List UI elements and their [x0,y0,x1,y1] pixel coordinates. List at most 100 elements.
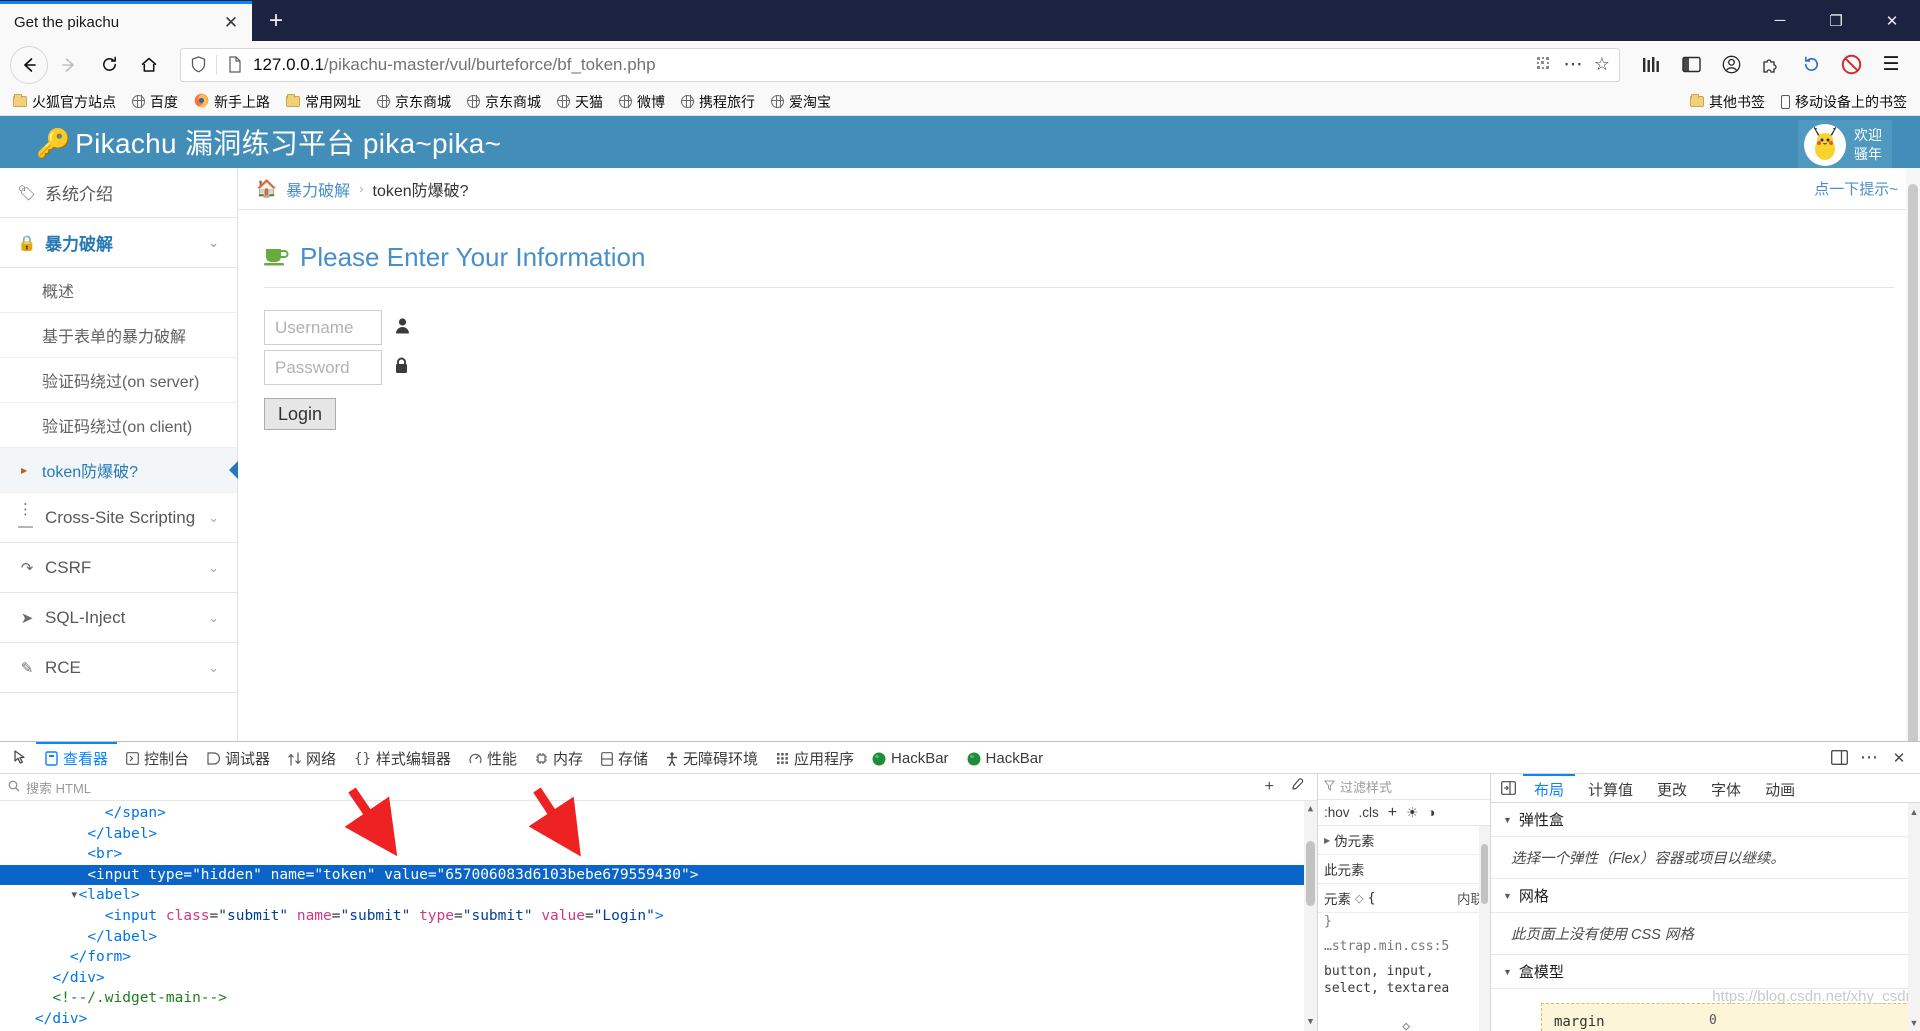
bookmark-item[interactable]: 京东商城 [370,90,458,114]
box-model-margin[interactable]: margin 0 border 0 [1541,1003,1911,1031]
light-scheme-icon[interactable]: ☀ [1406,805,1418,821]
new-tab-button[interactable]: + [258,3,294,39]
classes-button[interactable]: .cls [1359,805,1379,820]
tab-storage[interactable]: 存储 [592,742,657,774]
tab-application[interactable]: 应用程序 [767,742,863,774]
print-media-icon[interactable]: ◑ [1427,805,1435,820]
mobile-bookmarks-item[interactable]: 移动设备上的书签 [1774,90,1914,114]
bookmark-item[interactable]: 天猫 [550,90,610,114]
tab-layout[interactable]: 布局 [1523,773,1576,803]
page-scrollbar[interactable] [1906,168,1920,741]
expand-twisty-icon[interactable]: ▾ [70,887,79,903]
account-icon[interactable] [1712,46,1750,84]
markup-search-input[interactable]: 搜索 HTML [26,778,1254,797]
scroll-up-icon[interactable]: ▲ [1304,803,1317,816]
window-close-button[interactable]: ✕ [1864,0,1920,41]
block-icon[interactable] [1832,46,1870,84]
window-maximize-button[interactable]: ❐ [1808,0,1864,41]
markup-scrollbar[interactable]: ▲ ▼ [1304,801,1317,1031]
add-node-button[interactable]: + [1260,778,1279,796]
bookmark-item[interactable]: 百度 [125,90,185,114]
markup-line[interactable]: ▾<label> [0,885,1317,906]
markup-line[interactable]: </label> [0,824,1317,845]
rule-source[interactable]: …strap.min.css:5 [1318,934,1490,959]
markup-code-view[interactable]: </span> </label> <br> <input type="hidde… [0,801,1317,1031]
scroll-down-icon[interactable]: ▼ [1908,1016,1920,1029]
sidebar-item-sql-inject[interactable]: ➤ SQL-Inject ⌄ [0,593,237,643]
margin-top-value[interactable]: 0 [1709,1013,1717,1028]
expand-panel-icon[interactable] [1495,775,1521,801]
toggle-rule-icon[interactable]: ◇ [1355,892,1363,905]
qr-code-icon[interactable] [1533,56,1555,73]
flexbox-section-header[interactable]: ▼ 弹性盒 [1491,803,1920,837]
tab-fonts[interactable]: 字体 [1700,774,1752,803]
bookmark-item[interactable]: 常用网址 [279,90,368,114]
boxmodel-section-header[interactable]: ▼ 盒模型 [1491,955,1920,989]
sidebar-item-system-intro[interactable]: 🏷 系统介绍 [0,168,237,218]
forward-button[interactable] [50,46,88,84]
rules-filter-input[interactable]: 过滤样式 [1340,777,1392,796]
tab-console[interactable]: 控制台 [117,742,198,774]
bookmark-item[interactable]: 携程旅行 [674,90,762,114]
markup-line[interactable]: </span> [0,803,1317,824]
rule-selector[interactable]: button, input, select, textarea [1318,959,1490,1001]
tab-memory[interactable]: 内存 [526,742,592,774]
devtools-close-icon[interactable]: ✕ [1886,745,1912,771]
markup-line[interactable]: </div> [0,968,1317,989]
submenu-item-captcha-server[interactable]: 验证码绕过(on server) [0,358,237,403]
home-icon[interactable]: 🏠 [256,179,277,199]
box-model-diagram[interactable]: margin 0 border 0 [1491,989,1920,1031]
rules-scrollbar-thumb[interactable] [1481,844,1488,904]
extension-puzzle-icon[interactable] [1752,46,1790,84]
page-scrollbar-thumb[interactable] [1908,184,1918,741]
page-actions-more-icon[interactable]: ⋯ [1562,53,1584,76]
scroll-down-icon[interactable]: ▼ [1304,1016,1317,1029]
rules-filter-bar[interactable]: 过滤样式 [1318,774,1490,800]
tab-animations[interactable]: 动画 [1754,774,1806,803]
element-inline-rule[interactable]: 元素 ◇ { 内联 [1318,884,1490,913]
bookmark-item[interactable]: 新手上路 [187,90,277,114]
bookmark-item[interactable]: 微博 [612,90,672,114]
eyedropper-icon[interactable] [1285,777,1309,797]
sidebar-item-csrf[interactable]: ↷ CSRF ⌄ [0,543,237,593]
sidebar-item-xss[interactable]: ⋮— Cross-Site Scripting ⌄ [0,493,237,543]
markup-line[interactable]: </div> [0,1009,1317,1030]
tab-network[interactable]: 网络 [279,742,345,774]
tab-performance[interactable]: 性能 [460,742,526,774]
markup-line[interactable]: <input class="submit" name="submit" type… [0,906,1317,927]
bookmark-star-icon[interactable]: ☆ [1591,54,1613,75]
devtools-more-icon[interactable]: ⋯ [1856,745,1882,771]
tab-inspector[interactable]: 查看器 [36,741,118,774]
markup-line[interactable]: </label> [0,927,1317,948]
toggle-rule-icon[interactable]: ◇ [1402,1019,1410,1031]
username-input[interactable] [264,310,382,345]
user-widget[interactable]: 欢迎 骚年 [1798,120,1892,170]
rules-scrollbar[interactable] [1479,826,1490,1031]
hover-states-button[interactable]: :hov [1324,805,1350,820]
sidebar-item-rce[interactable]: ✎ RCE ⌄ [0,643,237,693]
back-button[interactable] [10,45,48,84]
tab-hackbar-2[interactable]: HackBar [958,742,1053,774]
tab-style-editor[interactable]: {} 样式编辑器 [345,742,460,774]
library-icon[interactable] [1632,46,1670,84]
tab-computed[interactable]: 计算值 [1577,774,1644,803]
markup-line[interactable]: <!--/.widget-main--> [0,988,1317,1009]
tab-debugger[interactable]: 调试器 [198,742,279,774]
reload-button[interactable] [90,46,128,84]
pseudo-elements-row[interactable]: ▶ 伪元素 [1318,826,1490,855]
markup-line[interactable]: </form> [0,947,1317,968]
hint-link[interactable]: 点一下提示~ [1814,178,1898,199]
bookmark-item[interactable]: 爱淘宝 [764,90,838,114]
submenu-item-overview[interactable]: 概述 [0,268,237,313]
tab-hackbar-1[interactable]: HackBar [863,742,958,774]
login-button[interactable]: Login [264,398,337,430]
markup-line-selected[interactable]: <input type="hidden" name="token" value=… [0,864,1317,886]
grid-section-header[interactable]: ▼ 网格 [1491,879,1920,913]
submenu-item-form-bruteforce[interactable]: 基于表单的暴力破解 [0,313,237,358]
scroll-up-icon[interactable]: ▲ [1908,805,1920,818]
shield-icon[interactable] [187,56,209,73]
submenu-item-captcha-client[interactable]: 验证码绕过(on client) [0,403,237,448]
browser-tab[interactable]: Get the pikachu ✕ [0,1,252,41]
tab-changes[interactable]: 更改 [1646,774,1698,803]
bookmark-item[interactable]: 火狐官方站点 [6,90,123,114]
